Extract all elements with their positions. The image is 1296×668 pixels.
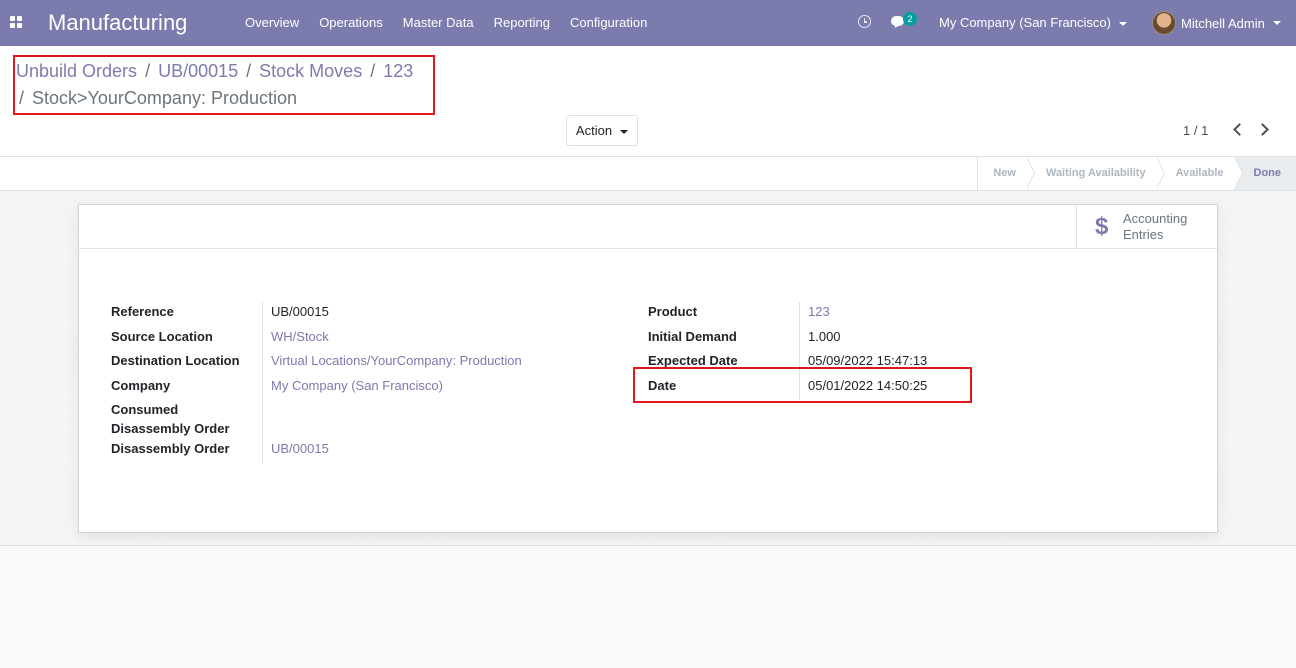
field-row-consumed-disassembly: Consumed Disassembly Order (111, 400, 522, 439)
action-label: Action (575, 123, 613, 138)
breadcrumb-current: Stock>YourCompany: Production (32, 88, 298, 108)
smart-label-line1: Accounting (1123, 210, 1188, 226)
chat-count-badge: 2 (903, 12, 917, 26)
field-row-date: Date 05/01/2022 14:50:25 (648, 375, 927, 400)
statusbar: New Waiting Availability Available Done (0, 157, 1296, 191)
app-brand[interactable]: Manufacturing (48, 10, 187, 36)
user-menu[interactable]: Mitchell Admin (1152, 0, 1281, 46)
company-value[interactable]: My Company (San Francisco) (262, 375, 443, 400)
breadcrumb-separator: / (19, 88, 30, 108)
breadcrumb-separator: / (140, 61, 156, 81)
source-location-value[interactable]: WH/Stock (262, 326, 329, 351)
breadcrumb-stock-moves[interactable]: Stock Moves (259, 61, 362, 81)
stage-done[interactable]: Done (1233, 157, 1296, 190)
initial-demand-label: Initial Demand (648, 328, 737, 344)
breadcrumb-product[interactable]: 123 (383, 61, 413, 81)
dollar-icon: $ (1095, 212, 1109, 240)
breadcrumb-unbuild-order[interactable]: UB/00015 (158, 61, 238, 81)
menu-operations[interactable]: Operations (309, 0, 393, 46)
control-panel: Unbuild Orders / UB/00015 / Stock Moves … (0, 46, 1296, 157)
field-row-company: Company My Company (San Francisco) (111, 375, 522, 400)
menu-configuration[interactable]: Configuration (560, 0, 657, 46)
field-row-disassembly-order: Disassembly Order UB/00015 (111, 439, 522, 464)
main-menu: Overview Operations Master Data Reportin… (235, 0, 657, 46)
company-label: Company (111, 377, 171, 393)
reference-label: Reference (111, 304, 174, 319)
user-name: Mitchell Admin (1181, 15, 1265, 31)
breadcrumb-separator: / (241, 61, 257, 81)
field-row-product: Product 123 (648, 302, 927, 327)
pager-value[interactable]: 1 / 1 (1183, 123, 1208, 138)
disassembly-order-label: Disassembly Order (111, 441, 230, 456)
caret-down-icon (620, 129, 629, 134)
stage-new[interactable]: New (978, 157, 1035, 190)
menu-overview[interactable]: Overview (235, 0, 309, 46)
field-row-destination-location: Destination Location Virtual Locations/Y… (111, 351, 522, 376)
company-switcher[interactable]: My Company (San Francisco) (939, 0, 1127, 46)
field-row-initial-demand: Initial Demand 1.000 (648, 326, 927, 351)
stage-list: New Waiting Availability Available Done (977, 157, 1296, 190)
consumed-label-line2: Disassembly Order (111, 421, 230, 436)
menu-reporting[interactable]: Reporting (484, 0, 560, 46)
date-label: Date (648, 377, 677, 393)
company-name: My Company (San Francisco) (939, 15, 1111, 30)
expected-date-label: Expected Date (648, 353, 738, 368)
field-row-reference: Reference UB/00015 (111, 302, 522, 327)
apps-menu-icon[interactable] (10, 16, 22, 28)
field-row-expected-date: Expected Date 05/09/2022 15:47:13 (648, 351, 927, 376)
product-value[interactable]: 123 (799, 302, 830, 327)
stage-available[interactable]: Available (1156, 157, 1243, 190)
left-field-group: Reference UB/00015 Source Location WH/St… (111, 302, 522, 464)
consumed-disassembly-label: Consumed Disassembly Order (111, 400, 262, 439)
date-value: 05/01/2022 14:50:25 (799, 375, 927, 400)
accounting-entries-label: Accounting Entries (1123, 211, 1203, 243)
initial-demand-value: 1.000 (799, 326, 841, 351)
breadcrumb: Unbuild Orders / UB/00015 / Stock Moves … (16, 58, 431, 112)
caret-down-icon (1118, 21, 1127, 26)
top-navbar: Manufacturing Overview Operations Master… (0, 0, 1296, 46)
action-dropdown-button[interactable]: Action (566, 115, 638, 146)
pager-next-icon[interactable] (1256, 123, 1269, 136)
menu-master-data[interactable]: Master Data (393, 0, 484, 46)
right-field-group: Product 123 Initial Demand 1.000 Expecte… (648, 302, 927, 400)
expected-date-value: 05/09/2022 15:47:13 (799, 351, 927, 376)
accounting-entries-button[interactable]: $ Accounting Entries (1076, 205, 1217, 248)
destination-location-value[interactable]: Virtual Locations/YourCompany: Productio… (262, 351, 522, 376)
breadcrumb-unbuild-orders[interactable]: Unbuild Orders (16, 61, 137, 81)
smart-label-line2: Entries (1123, 226, 1164, 242)
disassembly-order-value[interactable]: UB/00015 (262, 439, 329, 464)
stage-waiting-availability[interactable]: Waiting Availability (1026, 157, 1165, 190)
avatar (1152, 11, 1176, 35)
consumed-label-line1: Consumed (111, 402, 179, 417)
consumed-disassembly-value (262, 400, 271, 439)
product-label: Product (648, 304, 698, 319)
breadcrumb-separator: / (365, 61, 381, 81)
smart-button-box: $ Accounting Entries (79, 205, 1217, 249)
activity-clock-icon[interactable] (858, 15, 871, 28)
caret-down-icon (1272, 21, 1281, 25)
field-row-source-location: Source Location WH/Stock (111, 326, 522, 351)
reference-value: UB/00015 (262, 302, 329, 327)
destination-location-label: Destination Location (111, 353, 240, 368)
pager-previous-icon[interactable] (1233, 123, 1246, 136)
source-location-label: Source Location (111, 328, 213, 344)
